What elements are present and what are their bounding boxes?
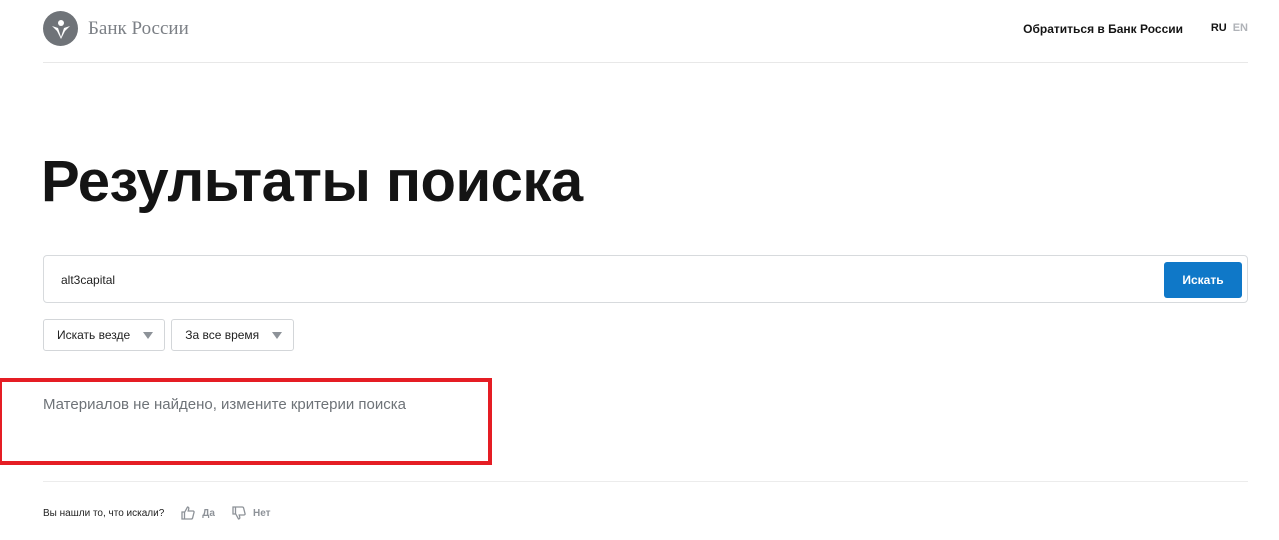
- logo-text: Банк России: [88, 17, 189, 39]
- feedback-no-label: Нет: [252, 507, 271, 519]
- feedback-widget: Вы нашли то, что искали? Да Нет: [43, 505, 271, 521]
- chevron-down-icon: [272, 331, 283, 339]
- page-title: Результаты поиска: [41, 149, 583, 214]
- contact-bank-link[interactable]: Обратиться в Банк России: [1023, 22, 1183, 36]
- bank-emblem-icon: [43, 11, 78, 46]
- divider: [43, 481, 1248, 482]
- language-switcher: RU EN: [1211, 22, 1248, 34]
- logo[interactable]: Банк России: [43, 11, 189, 46]
- period-select[interactable]: За все время: [171, 319, 295, 351]
- search-input[interactable]: [61, 270, 1141, 290]
- scope-select[interactable]: Искать везде: [43, 319, 166, 351]
- highlight-annotation: [0, 378, 492, 465]
- thumbs-up-icon: [181, 506, 196, 520]
- scope-select-label: Искать везде: [57, 328, 131, 342]
- feedback-yes-label: Да: [202, 507, 215, 519]
- feedback-no-button[interactable]: Нет: [231, 505, 271, 521]
- feedback-question: Вы нашли то, что искали?: [43, 507, 165, 519]
- lang-en-link[interactable]: EN: [1233, 22, 1248, 34]
- search-box: Искать: [43, 255, 1248, 303]
- search-button[interactable]: Искать: [1164, 262, 1242, 298]
- search-filters: Искать везде За все время: [43, 319, 295, 351]
- site-header: Банк России Обратиться в Банк России RU E…: [43, 0, 1248, 63]
- chevron-down-icon: [143, 331, 154, 339]
- lang-ru-link[interactable]: RU: [1211, 22, 1227, 34]
- period-select-label: За все время: [185, 328, 260, 342]
- thumbs-down-icon: [232, 506, 246, 520]
- feedback-yes-button[interactable]: Да: [180, 505, 215, 521]
